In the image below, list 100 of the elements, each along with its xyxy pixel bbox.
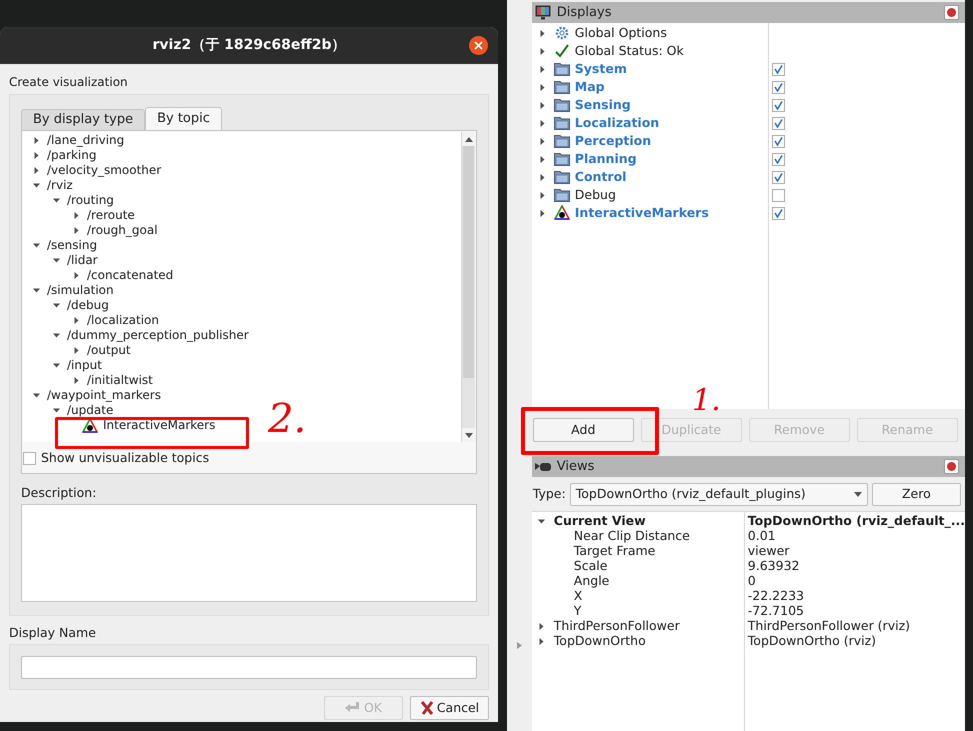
checkbox[interactable] (772, 152, 785, 166)
display-item[interactable]: Sensing (574, 96, 631, 114)
collapsed-caret-icon[interactable] (538, 102, 546, 108)
display-item[interactable]: InteractiveMarkers (574, 204, 709, 222)
topic-item[interactable]: /sensing (47, 238, 98, 253)
scroll-down-icon[interactable] (464, 432, 472, 438)
display-item[interactable]: Global Status: Ok (574, 42, 684, 60)
scrollbar[interactable] (461, 132, 475, 442)
checkbox[interactable] (772, 170, 785, 184)
checkbox[interactable] (772, 116, 785, 130)
topic-item[interactable]: /parking (47, 148, 96, 163)
collapsed-caret-icon[interactable] (538, 174, 546, 180)
collapsed-caret-icon[interactable] (538, 638, 545, 645)
folder-icon (554, 80, 570, 94)
expanded-caret-icon[interactable] (33, 392, 40, 399)
topic-item[interactable]: /rviz (47, 178, 73, 193)
expanded-caret-icon[interactable] (53, 302, 60, 309)
topic-item[interactable]: /simulation (47, 283, 114, 298)
topic-item[interactable]: /reroute (87, 208, 135, 223)
topic-item[interactable]: /initialtwist (87, 373, 153, 388)
display-item[interactable]: Planning (574, 150, 637, 168)
cancel-button[interactable]: Cancel (410, 696, 489, 720)
checkbox[interactable] (772, 134, 785, 148)
collapsed-caret-icon[interactable] (73, 317, 80, 324)
expanded-caret-icon[interactable] (53, 257, 60, 264)
collapsed-caret-icon[interactable] (73, 347, 80, 354)
close-icon[interactable] (469, 36, 488, 55)
panel-title: Displays (556, 4, 612, 22)
topic-item[interactable]: /output (87, 343, 131, 358)
tab[interactable]: By topic (145, 107, 222, 130)
panel-title: Views (556, 458, 596, 476)
view-type-dropdown[interactable]: TopDownOrtho (rviz_default_plugins) (570, 482, 868, 506)
display-type-item[interactable]: InteractiveMarkers (103, 418, 216, 433)
topic-item[interactable]: /waypoint_markers (47, 388, 161, 403)
display-item[interactable]: Localization (574, 114, 660, 132)
folder-icon (554, 152, 570, 166)
topic-item[interactable]: /rough_goal (87, 223, 158, 238)
display-item[interactable]: Map (574, 78, 605, 96)
checkbox[interactable] (772, 80, 785, 94)
collapsed-caret-icon[interactable] (538, 48, 546, 54)
display-name-field[interactable] (21, 656, 477, 678)
checkbox-label: Show unvisualizable topics (41, 448, 210, 467)
panel-button[interactable]: Add (532, 418, 634, 442)
expanded-caret-icon[interactable] (33, 182, 40, 189)
collapsed-caret-icon[interactable] (538, 210, 546, 216)
topic-item[interactable]: /localization (87, 313, 159, 328)
display-item[interactable]: Global Options (574, 24, 667, 42)
display-item[interactable]: Control (574, 168, 626, 186)
display-item[interactable]: System (574, 60, 627, 78)
expanded-caret-icon[interactable] (538, 518, 545, 525)
expanded-caret-icon[interactable] (53, 197, 60, 204)
collapsed-caret-icon[interactable] (73, 227, 80, 234)
section-heading: Create visualization (9, 75, 129, 90)
collapsed-caret-icon[interactable] (538, 66, 546, 72)
topic-item[interactable]: /debug (67, 298, 109, 313)
expanded-caret-icon[interactable] (33, 287, 40, 294)
checkbox[interactable] (772, 62, 785, 76)
collapsed-caret-icon[interactable] (538, 156, 546, 162)
topic-item[interactable]: /update (67, 403, 114, 418)
topic-item[interactable]: /routing (67, 193, 114, 208)
expanded-caret-icon[interactable] (53, 407, 60, 414)
collapsed-caret-icon[interactable] (73, 377, 80, 384)
collapsed-caret-icon[interactable] (538, 120, 546, 126)
tab[interactable]: By display type (21, 109, 146, 130)
display-item[interactable]: Perception (574, 132, 652, 150)
checkbox[interactable] (772, 206, 785, 220)
scroll-up-icon[interactable] (464, 136, 472, 142)
expanded-caret-icon[interactable] (53, 362, 60, 369)
topic-item[interactable]: /lane_driving (47, 133, 124, 148)
collapsed-caret-icon[interactable] (33, 137, 40, 144)
collapsed-caret-icon[interactable] (33, 167, 40, 174)
checkbox[interactable] (772, 98, 785, 112)
camera-icon (534, 462, 551, 472)
topic-item[interactable]: /velocity_smoother (47, 163, 162, 178)
topic-item[interactable]: /dummy_perception_publisher (67, 328, 249, 343)
expanded-caret-icon[interactable] (53, 332, 60, 339)
expanded-caret-icon[interactable] (33, 242, 40, 249)
collapsed-caret-icon[interactable] (538, 84, 546, 90)
property-value: TopDownOrtho (rviz_default_... (746, 512, 965, 530)
gear-icon (554, 26, 569, 40)
collapsed-caret-icon[interactable] (73, 272, 80, 279)
return-arrow-icon (344, 702, 361, 714)
checkbox[interactable] (772, 188, 785, 202)
collapsed-caret-icon[interactable] (33, 152, 40, 159)
zero-button[interactable]: Zero (872, 482, 961, 506)
folder-icon (554, 116, 570, 130)
collapsed-caret-icon[interactable] (73, 212, 80, 219)
topic-item[interactable]: /lidar (67, 253, 98, 268)
collapsed-caret-icon[interactable] (538, 623, 545, 630)
checkmark-icon (554, 44, 569, 58)
display-item[interactable]: Debug (574, 186, 616, 204)
collapsed-caret-icon[interactable] (538, 30, 546, 36)
folder-icon (554, 188, 570, 202)
marker-triangle-icon (554, 205, 570, 221)
collapsed-caret-icon[interactable] (538, 138, 546, 144)
topic-item[interactable]: /concatenated (87, 268, 174, 283)
monitor-icon (534, 5, 551, 20)
collapsed-caret-icon[interactable] (538, 192, 546, 198)
topic-item[interactable]: /input (67, 358, 102, 373)
checkbox[interactable] (23, 452, 36, 464)
